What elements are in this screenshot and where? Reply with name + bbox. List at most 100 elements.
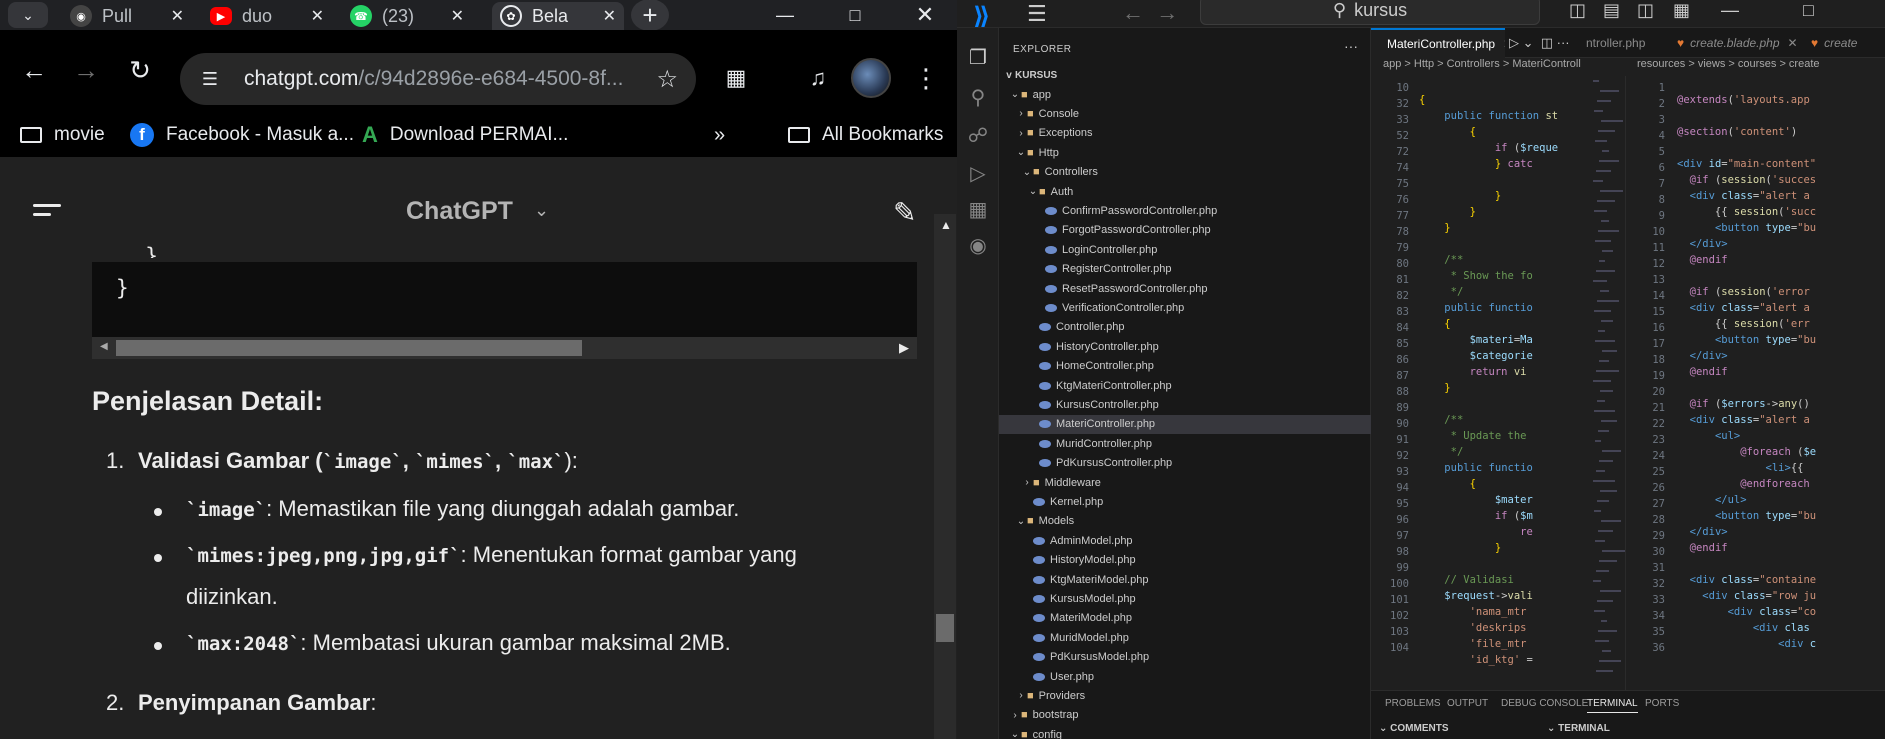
new-tab-button[interactable]: + [630, 0, 670, 31]
tab-terminal[interactable]: TERMINAL [1587, 698, 1638, 713]
tree-file[interactable]: ResetPasswordController.php [999, 279, 1371, 298]
tree-folder[interactable]: › ■ bootstrap [999, 706, 1371, 725]
tab-create-blade[interactable]: ♥ create.blade.php ✕ [1671, 28, 1801, 58]
tree-folder[interactable]: ⌄ ■ app [999, 85, 1371, 104]
tree-folder[interactable]: ⌄ ■ Http [999, 143, 1371, 162]
chevron-down-icon[interactable]: ⌄ [534, 200, 549, 221]
editor-split-divider[interactable] [1625, 76, 1626, 716]
tab-problems[interactable]: PROBLEMS [1385, 698, 1441, 709]
tree-file[interactable]: Controller.php [999, 318, 1371, 337]
tab-create[interactable]: ♥ create [1811, 28, 1885, 58]
extensions-icon[interactable]: ▦ [965, 196, 991, 222]
scroll-left-icon[interactable]: ◀ [100, 341, 108, 352]
tree-file[interactable]: MuridModel.php [999, 628, 1371, 647]
tab-youtube[interactable]: ▶ duo ✕ [202, 2, 332, 30]
tree-file[interactable]: ConfirmPasswordController.php [999, 201, 1371, 220]
toggle-panel-icon[interactable]: ▤ [1603, 0, 1620, 21]
run-debug-icon[interactable]: ▷ [965, 160, 991, 186]
scroll-up-icon[interactable]: ▲ [940, 218, 952, 232]
tree-folder[interactable]: › ■ Middleware [999, 473, 1371, 492]
tree-file[interactable]: KtgMateriModel.php [999, 570, 1371, 589]
page-vertical-scrollbar[interactable]: ▲ [934, 214, 956, 739]
github-icon[interactable]: ◉ [965, 232, 991, 258]
forward-button[interactable]: → [66, 50, 106, 90]
bookmark-star-icon[interactable]: ☆ [656, 65, 678, 94]
tree-file[interactable]: RegisterController.php [999, 260, 1371, 279]
code-left[interactable]: { public function st { if ($reque } catc… [1419, 80, 1567, 692]
new-chat-icon[interactable]: ✎ [893, 196, 916, 229]
maximize-button[interactable]: □ [1803, 0, 1814, 21]
breadcrumb-right[interactable]: resources > views > courses > create [1637, 58, 1885, 76]
source-control-icon[interactable]: ☍ [965, 122, 991, 148]
tree-file[interactable]: HistoryModel.php [999, 551, 1371, 570]
tab-search-button[interactable]: ⌄ [8, 2, 48, 28]
menu-icon[interactable]: ☰ [1027, 1, 1047, 27]
back-button[interactable]: ← [14, 50, 54, 90]
tree-file[interactable]: KtgMateriController.php [999, 376, 1371, 395]
tab-debug-console[interactable]: DEBUG CONSOLE [1501, 698, 1588, 709]
model-title[interactable]: ChatGPT [406, 197, 513, 226]
tree-folder[interactable]: › ■ Console [999, 104, 1371, 123]
tree-file[interactable]: Kernel.php [999, 492, 1371, 511]
close-icon[interactable]: ✕ [311, 6, 324, 26]
tree-file[interactable]: MateriController.php [999, 414, 1371, 434]
bookmark-movie[interactable]: movie [20, 120, 105, 150]
bookmark-all[interactable]: All Bookmarks [788, 120, 943, 150]
minimize-button[interactable]: — [1721, 0, 1739, 21]
tree-folder[interactable]: ⌄ ■ Models [999, 512, 1371, 531]
scrollbar-thumb[interactable] [116, 340, 582, 356]
tree-file[interactable]: KursusModel.php [999, 589, 1371, 608]
tree-file[interactable]: HistoryController.php [999, 337, 1371, 356]
tree-folder[interactable]: ⌄ ■ config [999, 725, 1371, 739]
tree-file[interactable]: MateriModel.php [999, 609, 1371, 628]
tree-folder[interactable]: › ■ Exceptions [999, 124, 1371, 143]
nav-arrows-icon[interactable]: ← → [1122, 0, 1178, 26]
tree-file[interactable]: KursusController.php [999, 395, 1371, 414]
workspace-root[interactable]: v KURSUS [999, 66, 1371, 85]
address-bar[interactable]: ☰ chatgpt.com/c/94d2896e-e684-4500-8f...… [180, 53, 696, 105]
scrollbar-thumb[interactable] [936, 614, 954, 642]
tree-folder[interactable]: ⌄ ■ Auth [999, 182, 1371, 201]
tree-file[interactable]: LoginController.php [999, 240, 1371, 259]
sidebar-toggle-icon[interactable] [33, 204, 61, 222]
tree-file[interactable]: HomeController.php [999, 357, 1371, 376]
tree-file[interactable]: VerificationController.php [999, 298, 1371, 317]
tree-folder[interactable]: › ■ Providers [999, 686, 1371, 705]
breadcrumb-left[interactable]: app > Http > Controllers > MateriControl… [1383, 58, 1583, 76]
scroll-right-icon[interactable]: ▶ [899, 340, 909, 356]
code-horizontal-scrollbar[interactable]: ◀ ▶ [92, 337, 917, 359]
tab-chatgpt[interactable]: ✿ Bela ✕ [492, 2, 624, 30]
comments-section[interactable]: ⌄ COMMENTS [1379, 723, 1449, 734]
site-info-icon[interactable]: ☰ [192, 61, 228, 97]
layout-icon[interactable]: ▦ [1673, 0, 1690, 21]
tree-file[interactable]: MuridController.php [999, 434, 1371, 453]
toggle-secondary-icon[interactable]: ◫ [1637, 0, 1654, 21]
avatar[interactable] [851, 58, 891, 98]
code-right[interactable]: @extends('layouts.app @section('content'… [1677, 80, 1885, 692]
close-window-button[interactable]: ✕ [897, 0, 953, 30]
tree-file[interactable]: User.php [999, 667, 1371, 686]
minimize-button[interactable]: — [757, 0, 813, 30]
tab-whatsapp[interactable]: ☎ (23) ✕ [342, 2, 472, 30]
command-center-search[interactable]: ⚲ kursus [1200, 0, 1540, 25]
close-icon[interactable]: ✕ [603, 6, 616, 26]
tab-github[interactable]: ◉ Pull ✕ [62, 2, 192, 30]
close-icon[interactable]: ✕ [171, 6, 184, 26]
tree-file[interactable]: PdKursusController.php [999, 454, 1371, 473]
bookmark-permai[interactable]: A Download PERMAI... [362, 120, 568, 150]
close-icon[interactable]: ✕ [1503, 37, 1505, 51]
tab-output[interactable]: OUTPUT [1447, 698, 1488, 709]
toggle-sidebar-icon[interactable]: ◫ [1569, 0, 1586, 21]
extensions-icon[interactable]: ▦ [718, 60, 754, 96]
tab-materi-controller[interactable]: MateriController.php✕ [1371, 28, 1505, 58]
maximize-button[interactable]: □ [827, 0, 883, 30]
tree-folder[interactable]: ⌄ ■ Controllers [999, 163, 1371, 182]
bookmark-facebook[interactable]: f Facebook - Masuk a... [130, 120, 354, 150]
tree-file[interactable]: PdKursusModel.php [999, 648, 1371, 667]
terminal-section[interactable]: ⌄ TERMINAL [1547, 723, 1610, 734]
close-icon[interactable]: ✕ [451, 6, 464, 26]
explorer-icon[interactable]: ❐ [965, 44, 991, 70]
reload-button[interactable]: ↻ [120, 50, 160, 90]
search-icon[interactable]: ⚲ [965, 84, 991, 110]
editor-actions[interactable]: ▷ ⌄ ◫ ··· [1509, 28, 1589, 58]
